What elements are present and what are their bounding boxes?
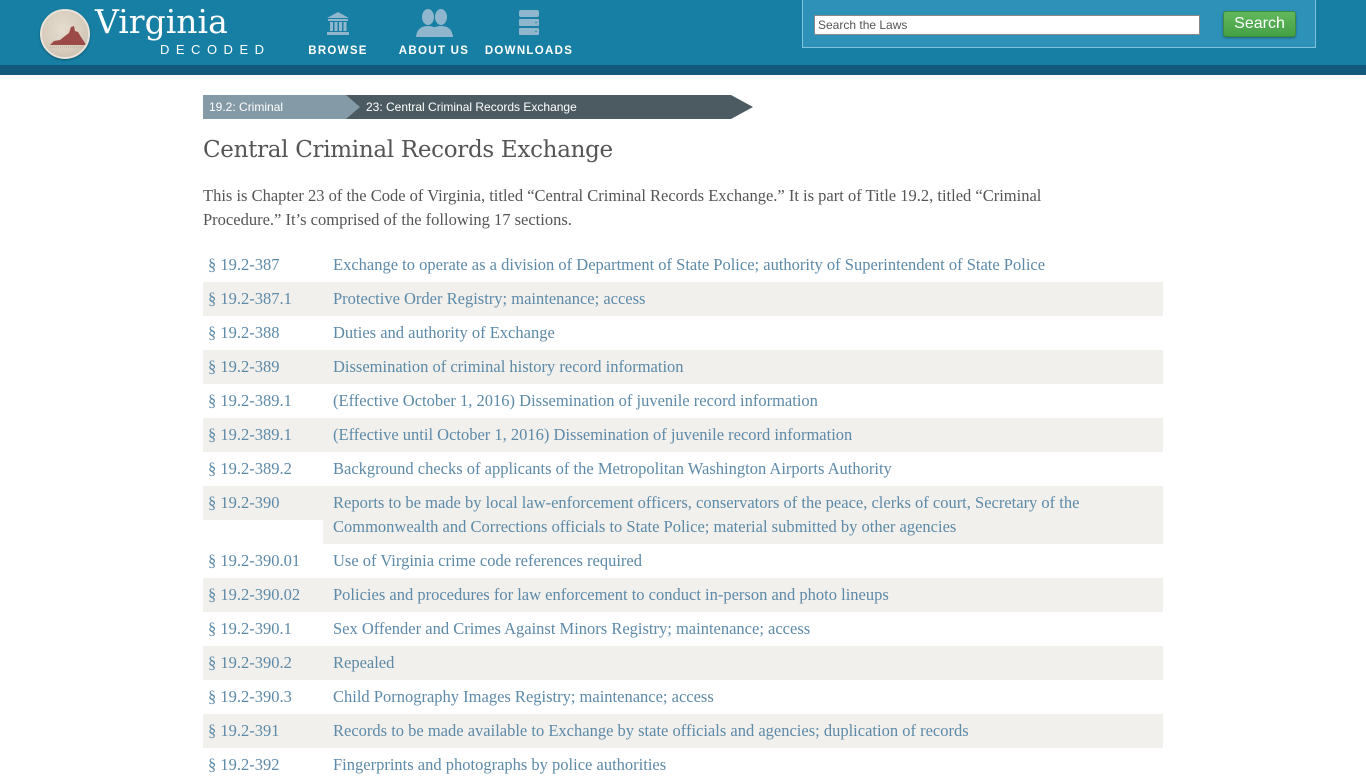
section-number-link[interactable]: § 19.2-390.02: [203, 578, 323, 612]
virginia-seal-logo[interactable]: [40, 9, 90, 59]
section-number-link[interactable]: § 19.2-389: [203, 350, 323, 384]
search-form: Search: [802, 0, 1316, 48]
section-title-link[interactable]: Child Pornography Images Registry; maint…: [323, 680, 1163, 714]
search-input[interactable]: [814, 15, 1200, 35]
section-number-link[interactable]: § 19.2-389.1: [203, 384, 323, 418]
section-list: § 19.2-387 Exchange to operate as a divis…: [203, 248, 1163, 782]
section-title-link[interactable]: Dissemination of criminal history record…: [323, 350, 1163, 384]
section-row: § 19.2-387 Exchange to operate as a divis…: [203, 248, 1163, 282]
header-divider: [0, 65, 1366, 75]
section-title-link[interactable]: Repealed: [323, 646, 1163, 680]
section-row: § 19.2-388 Duties and authority of Exchan…: [203, 316, 1163, 350]
database-icon: [519, 10, 539, 35]
section-number-link[interactable]: § 19.2-390.1: [203, 612, 323, 646]
section-row: § 19.2-389.2 Background checks of applica…: [203, 452, 1163, 486]
section-row: § 19.2-389.1 (Effective until October 1, …: [203, 418, 1163, 452]
section-title-link[interactable]: Reports to be made by local law-enforcem…: [323, 486, 1163, 544]
section-number-link[interactable]: § 19.2-390.3: [203, 680, 323, 714]
nav-about-us[interactable]: ABOUT US: [396, 8, 472, 60]
section-row: § 19.2-392 Fingerprints and photographs b…: [203, 748, 1163, 782]
section-row: § 19.2-389.1 (Effective October 1, 2016) …: [203, 384, 1163, 418]
section-title-link[interactable]: Policies and procedures for law enforcem…: [323, 578, 1163, 612]
chapter-intro: This is Chapter 23 of the Code of Virgin…: [203, 186, 1042, 229]
section-title-link[interactable]: Background checks of applicants of the M…: [323, 452, 1163, 486]
nav-about-label: ABOUT US: [398, 45, 470, 57]
section-row: § 19.2-390.01 Use of Virginia crime code …: [203, 544, 1163, 578]
site-subtitle: DECODED: [160, 42, 271, 57]
section-number-link[interactable]: § 19.2-390: [203, 486, 323, 520]
breadcrumb-title[interactable]: 19.2: Criminal Procedure: [203, 95, 360, 138]
nav-browse-label: BROWSE: [308, 45, 368, 57]
bank-icon: [327, 12, 349, 35]
section-number-link[interactable]: § 19.2-387.1: [203, 282, 323, 316]
nav-downloads[interactable]: DOWNLOADS: [484, 8, 574, 60]
section-title-link[interactable]: Use of Virginia crime code references re…: [323, 544, 1163, 578]
section-title-link[interactable]: Fingerprints and photographs by police a…: [323, 748, 1163, 782]
nav-browse[interactable]: BROWSE: [306, 8, 370, 60]
page-title: Central Criminal Records Exchange: [203, 137, 613, 163]
section-number-link[interactable]: § 19.2-387: [203, 248, 323, 282]
breadcrumb-chapter[interactable]: 23: Central Criminal Records Exchange: [346, 95, 753, 119]
section-title-link[interactable]: Records to be made available to Exchange…: [323, 714, 1163, 748]
search-button[interactable]: Search: [1223, 11, 1296, 37]
section-title-link[interactable]: Exchange to operate as a division of Dep…: [323, 248, 1163, 282]
section-title-link[interactable]: (Effective October 1, 2016) Disseminatio…: [323, 384, 1163, 418]
section-number-link[interactable]: § 19.2-391: [203, 714, 323, 748]
section-row: § 19.2-391 Records to be made available t…: [203, 714, 1163, 748]
site-header: Virginia DECODED BROWSE ABOUT US DOWNLOA…: [0, 0, 1366, 65]
section-row: § 19.2-390.2 Repealed: [203, 646, 1163, 680]
section-row: § 19.2-389 Dissemination of criminal hist…: [203, 350, 1163, 384]
section-title-link[interactable]: Protective Order Registry; maintenance; …: [323, 282, 1163, 316]
section-row: § 19.2-390.02 Policies and procedures for…: [203, 578, 1163, 612]
section-row: § 19.2-390.3 Child Pornography Images Reg…: [203, 680, 1163, 714]
section-title-link[interactable]: (Effective until October 1, 2016) Dissem…: [323, 418, 1163, 452]
section-number-link[interactable]: § 19.2-392: [203, 748, 323, 782]
site-title[interactable]: Virginia: [95, 2, 228, 41]
section-row: § 19.2-387.1 Protective Order Registry; m…: [203, 282, 1163, 316]
section-number-link[interactable]: § 19.2-389.1: [203, 418, 323, 452]
section-title-link[interactable]: Sex Offender and Crimes Against Minors R…: [323, 612, 1163, 646]
people-icon: [416, 9, 453, 37]
breadcrumb: 19.2: Criminal Procedure 23: Central Cri…: [203, 95, 753, 138]
section-number-link[interactable]: § 19.2-390.01: [203, 544, 323, 578]
nav-downloads-label: DOWNLOADS: [484, 45, 574, 57]
section-number-link[interactable]: § 19.2-389.2: [203, 452, 323, 486]
section-row: § 19.2-390 Reports to be made by local la…: [203, 486, 1163, 544]
section-row: § 19.2-390.1 Sex Offender and Crimes Agai…: [203, 612, 1163, 646]
section-number-link[interactable]: § 19.2-388: [203, 316, 323, 350]
section-title-link[interactable]: Duties and authority of Exchange: [323, 316, 1163, 350]
virginia-state-icon: [50, 26, 86, 48]
section-number-link[interactable]: § 19.2-390.2: [203, 646, 323, 680]
